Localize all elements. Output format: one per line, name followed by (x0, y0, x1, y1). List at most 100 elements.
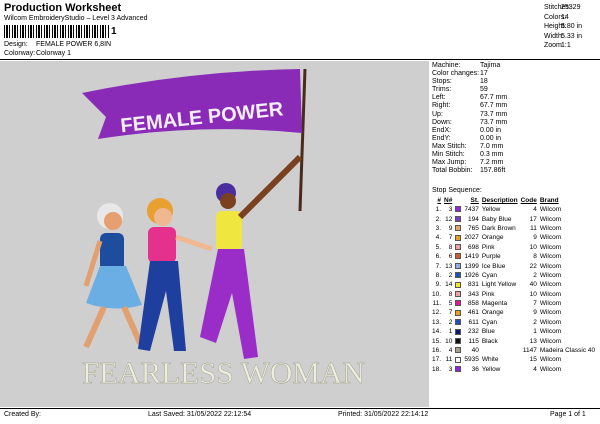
swatch-cell (455, 233, 464, 242)
stat-value: 5.80 in (561, 23, 583, 30)
color-description: Purple (481, 253, 501, 261)
stat-value: 1:1 (561, 42, 571, 49)
table-row: 11. 5 858 Magenta 7 Wilcom (432, 299, 598, 308)
machine-value: Tajima (480, 62, 501, 69)
color-description: Yellow (481, 206, 501, 214)
stitch-count: 611 (468, 318, 479, 326)
machine-label: Max Jump: (432, 159, 467, 167)
woman2-face (154, 208, 172, 226)
machine-label: Stops: (432, 78, 452, 86)
machine-label: Total Bobbin: (432, 167, 473, 175)
thread-brand: Wilcom (539, 290, 562, 298)
color-swatch-icon (455, 244, 462, 251)
swatch-cell (455, 355, 464, 364)
table-row: 16. 4 40 1147 Madeira Classic 40 (432, 346, 598, 355)
table-row: 4. 7 2027 Orange 9 Wilcom (432, 233, 598, 242)
col-header: Description (481, 197, 518, 204)
stitch-count: 232 (467, 328, 479, 336)
woman3-pants (200, 249, 258, 359)
swatch-cell (455, 261, 464, 270)
thread-brand: Wilcom (539, 309, 562, 317)
created-by: Created By: (4, 411, 41, 418)
color-code: 2 (533, 271, 537, 279)
design-value: FEMALE POWER 6,8IN (36, 41, 112, 48)
barcode-mark: 1 (111, 26, 117, 37)
machine-value: 18 (480, 78, 488, 86)
machine-value: 73.7 mm (480, 110, 508, 118)
stitch-count: 7437 (464, 206, 479, 214)
colorway-row: Colorway:Colorway 1 (4, 50, 71, 57)
machine-info: Machine: Tajima Color changes: 17 Stops: 18… (432, 62, 507, 175)
needle-number: 1 (448, 328, 453, 336)
thread-brand: Wilcom (539, 215, 562, 223)
color-description: Orange (481, 234, 504, 242)
needle-number: 5 (448, 300, 453, 308)
machine-value: 59 (480, 86, 488, 94)
printed-date: Printed: 31/05/2022 22:14:12 (338, 411, 429, 418)
needle-number: 11 (445, 356, 453, 364)
table-row: 18. 3 36 Yellow 4 Wilcom (432, 365, 598, 374)
stat-label: Zoom: (544, 42, 564, 49)
color-description: Cyan (481, 318, 498, 326)
table-row: 8. 2 1926 Cyan 2 Wilcom (432, 271, 598, 280)
machine-value: 73.7 mm (480, 118, 508, 126)
color-code: 2 (533, 318, 537, 326)
swatch-cell (455, 327, 464, 336)
swatch-cell (455, 308, 464, 317)
thread-brand: Wilcom (539, 271, 562, 279)
row-number: 18. (432, 365, 442, 373)
design-preview: FEMALE POWER FEARLESS WOMAN (0, 61, 429, 407)
color-swatch-icon (455, 206, 462, 213)
table-header-row: # N# St. Description Code Brand (432, 196, 598, 205)
stitch-count: 5935 (464, 356, 479, 364)
thread-brand: Wilcom (539, 234, 562, 242)
color-swatch-icon (455, 309, 462, 316)
row-number: 8. (435, 271, 442, 279)
row-number: 13. (432, 318, 442, 326)
table-row: 1. 3 7437 Yellow 4 Wilcom (432, 205, 598, 214)
color-swatch-icon (455, 366, 462, 373)
machine-value: 0.00 in (480, 134, 502, 142)
color-code: 10 (529, 290, 537, 298)
stitch-count: 40 (471, 347, 479, 355)
color-description: White (481, 356, 499, 364)
swatch-cell (455, 318, 464, 327)
needle-number: 7 (448, 309, 453, 317)
machine-label: Trims: (432, 86, 452, 94)
machine-value: 0.3 mm (480, 151, 504, 159)
machine-value: 67.7 mm (480, 102, 508, 110)
stat-value: 14 (561, 13, 569, 21)
color-swatch-icon (455, 225, 462, 232)
fearless-woman-text: FEARLESS WOMAN (82, 355, 365, 390)
col-header-spacer (455, 196, 464, 205)
thread-brand: Wilcom (539, 337, 562, 345)
color-code: 4 (533, 206, 537, 214)
woman3-top (216, 211, 242, 251)
color-code: 4 (533, 365, 537, 373)
woman2-arm (175, 234, 213, 252)
col-header: St. (470, 197, 479, 204)
needle-number: 8 (448, 243, 453, 251)
machine-value: 17 (480, 70, 488, 78)
machine-label: Down: (432, 118, 452, 126)
color-code: 8 (533, 253, 537, 261)
stitch-count: 831 (467, 281, 479, 289)
row-number: 4. (435, 234, 442, 242)
stitch-count: 1399 (464, 262, 479, 270)
header-divider (0, 59, 600, 60)
swatch-cell (455, 214, 464, 223)
swatch-cell (455, 271, 464, 280)
needle-number: 7 (448, 234, 453, 242)
stitch-count: 1419 (464, 253, 479, 261)
swatch-cell (455, 365, 464, 374)
thread-brand: Wilcom (539, 356, 562, 364)
stop-sequence-heading: Stop Sequence: (432, 187, 482, 194)
machine-label: EndX: (432, 126, 452, 134)
table-row: 9. 14 831 Light Yellow 40 Wilcom (432, 280, 598, 289)
color-swatch-icon (455, 290, 462, 297)
row-number: 10. (432, 290, 442, 298)
machine-label: Machine: (432, 62, 461, 69)
color-swatch-icon (455, 281, 462, 288)
stitch-count: 36 (471, 365, 479, 373)
color-code: 40 (529, 281, 537, 289)
